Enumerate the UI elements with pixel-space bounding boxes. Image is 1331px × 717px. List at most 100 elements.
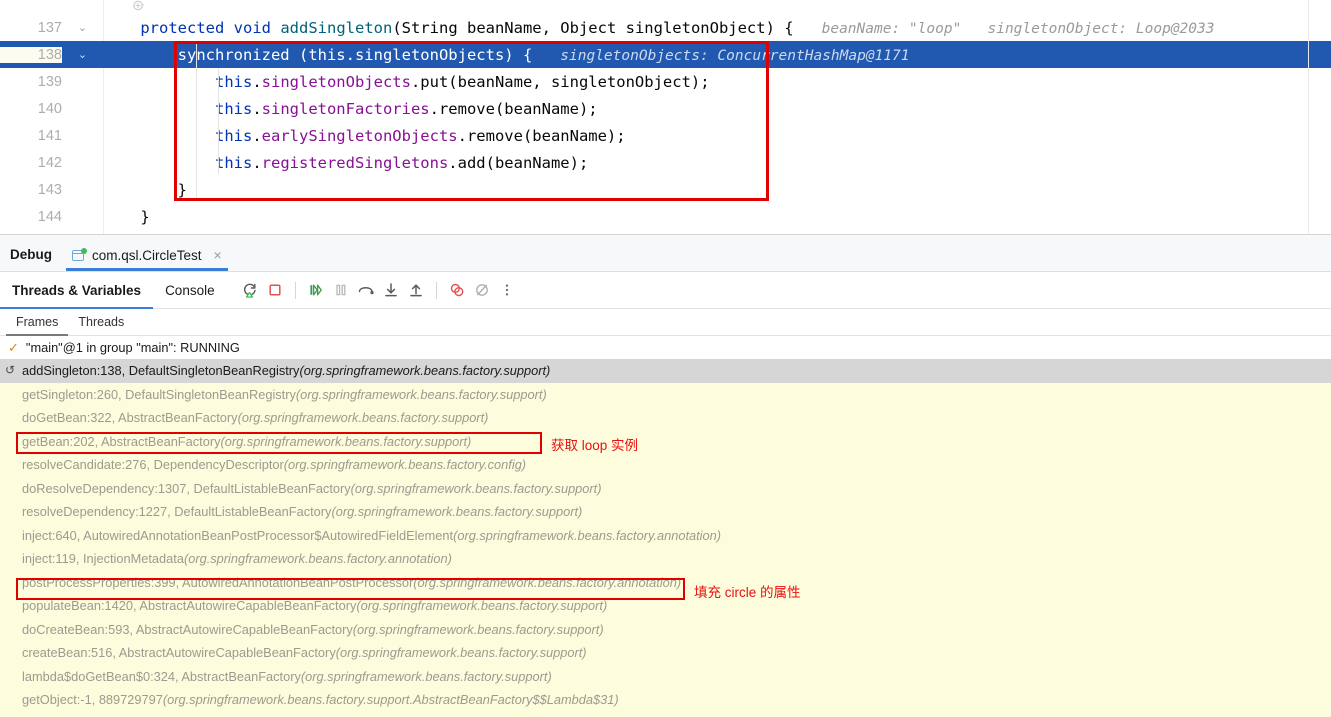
tab-threads-label: Threads (78, 315, 125, 329)
frame-method: doCreateBean:593, AbstractAutowireCapabl… (22, 621, 353, 637)
frame-package: (org.springframework.beans.factory.suppo… (331, 504, 583, 520)
code-line-141[interactable]: 141 this.earlySingletonObjects.remove(be… (0, 122, 1331, 149)
frames-threads-tabs: Frames Threads (0, 309, 1331, 336)
inlay-hint: Loop@2033 (1127, 20, 1215, 37)
frame-method: postProcessProperties:399, AutowiredAnno… (22, 574, 414, 590)
call-stack-frames-list[interactable]: ↺ addSingleton:138, DefaultSingletonBeanR… (0, 359, 1331, 717)
code-line-139[interactable]: 139 this.singletonObjects.put(beanName, … (0, 68, 1331, 95)
step-into-icon[interactable] (380, 279, 402, 301)
code-text: this.earlySingletonObjects.remove(beanNa… (214, 126, 626, 145)
frame-package: (org.springframework.beans.factory.suppo… (352, 621, 604, 637)
frame-method: resolveCandidate:276, DependencyDescript… (22, 457, 284, 473)
stop-icon[interactable] (264, 279, 286, 301)
call-stack-frame[interactable]: inject:119, InjectionMetadata (org.sprin… (0, 547, 1331, 571)
view-breakpoints-icon[interactable] (446, 279, 468, 301)
debug-toolbar: Threads & Variables Console (0, 272, 1331, 309)
close-icon[interactable]: × (214, 247, 222, 263)
line-number: 141 (37, 127, 62, 144)
frame-package: (org.springframework.beans.factory.suppo… (299, 363, 551, 379)
chevron-down-icon[interactable]: ⌄ (62, 21, 103, 34)
thread-selector[interactable]: ✓ "main"@1 in group "main": RUNNING (0, 336, 1331, 359)
chevron-down-icon[interactable]: ⌄ (62, 48, 103, 61)
tab-console-label: Console (165, 282, 215, 298)
step-out-icon[interactable] (405, 279, 427, 301)
frame-package: (org.springframework.beans.factory.suppo… (350, 480, 602, 496)
inlay-hint: "loop" (900, 20, 962, 37)
code-line-138[interactable]: 138 ⌄ synchronized (this.singletonObjects… (0, 41, 1331, 68)
code-editor[interactable]: 137 ⌄ protected void addSingleton(String … (0, 0, 1331, 235)
inlay-hint: singletonObjects: (560, 47, 709, 64)
tab-frames-label: Frames (16, 315, 59, 329)
code-text: synchronized (this.singletonObjects) { s… (177, 45, 910, 64)
frame-package: (org.springframework.beans.factory.confi… (283, 457, 527, 473)
line-number: 144 (37, 208, 62, 225)
pause-program-icon[interactable] (330, 279, 352, 301)
code-line-142[interactable]: 142 this.registeredSingletons.add(beanNa… (0, 149, 1331, 176)
frame-method: inject:119, InjectionMetadata (22, 551, 184, 567)
frame-package: (org.springframework.beans.factory.suppo… (300, 668, 552, 684)
inlay-hint: ConcurrentHashMap@1171 (708, 47, 910, 64)
step-over-icon[interactable] (355, 279, 377, 301)
check-icon: ✓ (8, 340, 19, 355)
frame-package: (org.springframework.beans.factory.suppo… (356, 598, 608, 614)
annotation-get-loop: 获取 loop 实例 (551, 438, 639, 453)
call-stack-frame[interactable]: populateBean:1420, AbstractAutowireCapab… (0, 594, 1331, 618)
call-stack-frame[interactable]: doCreateBean:593, AbstractAutowireCapabl… (0, 618, 1331, 642)
call-stack-frame-selected[interactable]: ↺ addSingleton:138, DefaultSingletonBeanR… (0, 359, 1331, 383)
code-line-140[interactable]: 140 this.singletonFactories.remove(beanN… (0, 95, 1331, 122)
frame-method: populateBean:1420, AbstractAutowireCapab… (22, 598, 357, 614)
toolbar-divider-2 (435, 281, 437, 299)
editor-right-rail (1308, 0, 1309, 234)
call-stack-frame[interactable]: getSingleton:260, DefaultSingletonBeanRe… (0, 383, 1331, 407)
debug-action-icons (239, 279, 518, 301)
call-stack-frame[interactable]: lambda$doGetBean$0:324, AbstractBeanFact… (0, 665, 1331, 689)
line-number: 137 (37, 19, 62, 36)
call-stack-frame[interactable]: getBean:202, AbstractBeanFactory (org.sp… (0, 430, 1331, 454)
frame-method: lambda$doGetBean$0:324, AbstractBeanFact… (22, 668, 301, 684)
resume-program-icon[interactable] (305, 279, 327, 301)
frame-package: (org.springframework.beans.factory.suppo… (237, 410, 489, 426)
code-text: } (103, 207, 150, 226)
annotation-populate-circle: 填充 circle 的属性 (694, 585, 801, 600)
call-stack-frame[interactable]: createBean:516, AbstractAutowireCapableB… (0, 641, 1331, 665)
inlay-hints-icon[interactable] (133, 0, 155, 13)
call-stack-frame[interactable]: resolveDependency:1227, DefaultListableB… (0, 500, 1331, 524)
line-number: 140 (37, 100, 62, 117)
indent-guide (196, 41, 197, 201)
more-options-icon[interactable] (496, 279, 518, 301)
tab-threads-and-variables[interactable]: Threads & Variables (0, 272, 154, 309)
code-line-144[interactable]: 144 } (0, 203, 1331, 230)
run-configuration-tab[interactable]: com.qsl.CircleTest × (62, 247, 232, 271)
frame-package: (org.springframework.beans.factory.annot… (413, 574, 682, 590)
thread-label: "main"@1 in group "main": RUNNING (25, 340, 240, 355)
run-configuration-label: com.qsl.CircleTest (92, 247, 202, 263)
reset-frame-icon[interactable]: ↺ (5, 363, 15, 377)
frame-package: (org.springframework.beans.factory.annot… (183, 551, 452, 567)
call-stack-frame[interactable]: getObject:-1, 889729797 (org.springframe… (0, 688, 1331, 712)
frame-method: getSingleton:260, DefaultSingletonBeanRe… (22, 386, 296, 402)
call-stack-frame[interactable]: inject:640, AutowiredAnnotationBeanPostP… (0, 524, 1331, 548)
frame-package: (org.springframework.beans.factory.annot… (453, 527, 722, 543)
code-line-143[interactable]: 143 } (0, 176, 1331, 203)
tab-threads-and-variables-label: Threads & Variables (12, 282, 142, 298)
frame-package: (org.springframework.beans.factory.suppo… (295, 386, 547, 402)
code-line-137[interactable]: 137 ⌄ protected void addSingleton(String … (0, 14, 1331, 41)
call-stack-frame[interactable]: postProcessProperties:399, AutowiredAnno… (0, 571, 1331, 595)
frame-method: doResolveDependency:1307, DefaultListabl… (22, 480, 351, 496)
call-stack-frame[interactable]: getSingleton:234, DefaultSingletonBeanRe… (0, 712, 1331, 717)
call-stack-frame[interactable]: doGetBean:322, AbstractBeanFactory (org.… (0, 406, 1331, 430)
tab-frames[interactable]: Frames (6, 309, 69, 336)
code-text: this.singletonObjects.put(beanName, sing… (214, 72, 710, 91)
line-number: 138 (0, 46, 62, 63)
tab-threads[interactable]: Threads (68, 309, 134, 335)
tab-console[interactable]: Console (153, 272, 227, 308)
indent-guide (218, 68, 219, 174)
frame-method: getObject:-1, 889729797 (22, 692, 163, 708)
code-text: protected void addSingleton(String beanN… (140, 18, 1215, 37)
code-lines[interactable]: 137 ⌄ protected void addSingleton(String … (0, 14, 1331, 230)
call-stack-frame[interactable]: doResolveDependency:1307, DefaultListabl… (0, 477, 1331, 501)
call-stack-frame[interactable]: resolveCandidate:276, DependencyDescript… (0, 453, 1331, 477)
rerun-icon[interactable] (239, 279, 261, 301)
mute-breakpoints-icon[interactable] (471, 279, 493, 301)
inlay-hint: singletonObject: (961, 20, 1128, 37)
